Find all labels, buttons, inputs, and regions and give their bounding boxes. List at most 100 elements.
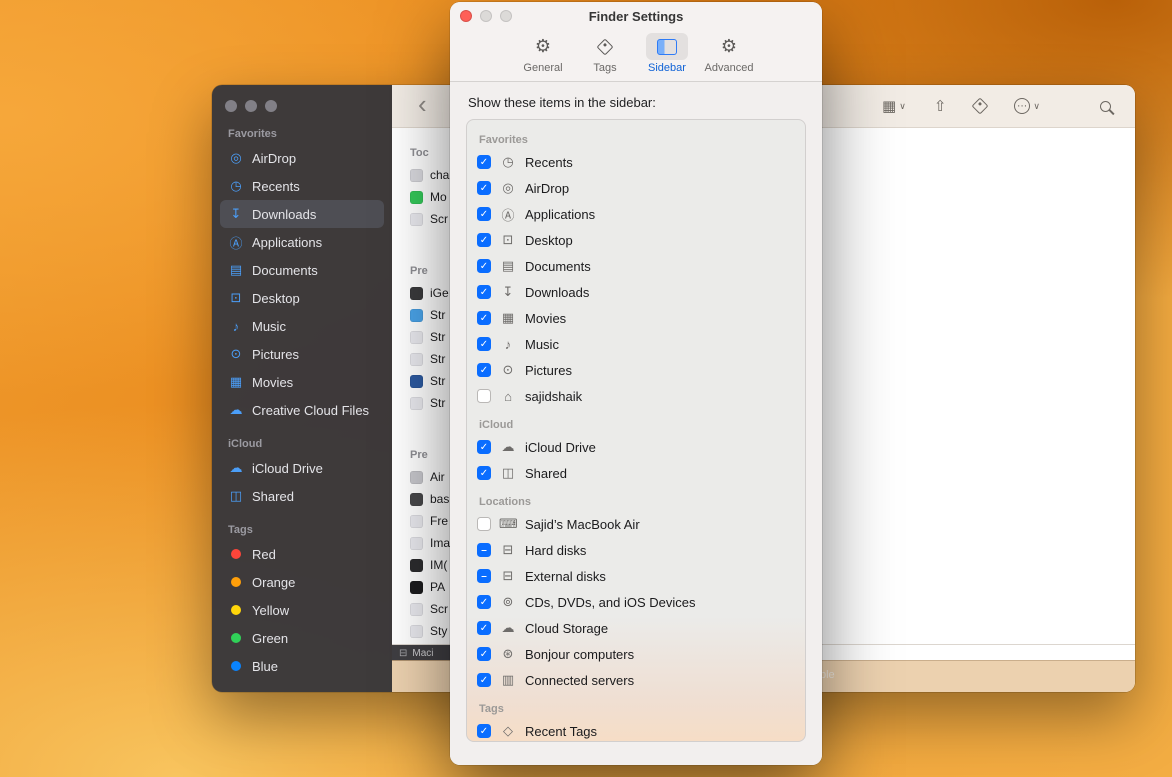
settings-row: ✓▥Connected servers: [477, 667, 795, 693]
row-label: Cloud Storage: [525, 621, 608, 636]
sidebar-item[interactable]: ⊙Pictures: [220, 340, 384, 368]
sidebar-item[interactable]: ◎AirDrop: [220, 144, 384, 172]
settings-row: ⌨Sajid’s MacBook Air: [477, 511, 795, 537]
toolbar-share-icon[interactable]: ⇧: [934, 97, 947, 115]
file-icon: [410, 471, 423, 484]
sidebar-item[interactable]: ☁Creative Cloud Files: [220, 396, 384, 424]
download-icon: ↧: [228, 206, 244, 222]
sidebar-item[interactable]: Red: [220, 540, 384, 568]
toolbar-grid-view-icon[interactable]: ▦∨: [882, 97, 906, 115]
checkbox[interactable]: [477, 389, 491, 403]
checkbox[interactable]: ✓: [477, 259, 491, 273]
sidebar-item-label: Music: [252, 319, 286, 334]
tag-icon: [972, 98, 989, 115]
sidebar-item[interactable]: Yellow: [220, 596, 384, 624]
settings-row: ✓♪Music: [477, 331, 795, 357]
sidebar-item[interactable]: ▤Documents: [220, 256, 384, 284]
sidebar-item-label: Shared: [252, 489, 294, 504]
toolbar-search-icon[interactable]: [1100, 101, 1111, 112]
sidebar-item[interactable]: ⊡Desktop: [220, 284, 384, 312]
file-icon: [410, 625, 423, 638]
checkbox[interactable]: ✓: [477, 155, 491, 169]
sidebar-item[interactable]: ▦Movies: [220, 368, 384, 396]
tab-tags[interactable]: Tags: [578, 33, 632, 74]
settings-row: ✓⊡Desktop: [477, 227, 795, 253]
settings-row: ✓ ▦ Movies: [477, 305, 795, 331]
row-label: Downloads: [525, 285, 589, 300]
sidebar-section-title: Tags: [220, 524, 384, 536]
file-name: Air: [430, 470, 445, 484]
sidebar-items-list: Favorites✓◷Recents✓◎AirDrop✓ⒶApplication…: [466, 119, 806, 742]
chevron-down-icon: ∨: [899, 101, 906, 112]
sidebar-item-label: iCloud Drive: [252, 461, 323, 476]
checkbox[interactable]: ✓: [477, 440, 491, 454]
sidebar-item[interactable]: Orange: [220, 568, 384, 596]
disk-icon: ⊟: [499, 542, 517, 558]
sidebar-item[interactable]: ↧Downloads: [220, 200, 384, 228]
bonjour-icon: ⊛: [499, 646, 517, 662]
file-name: PA: [430, 580, 445, 594]
checkbox[interactable]: ✓: [477, 466, 491, 480]
checkbox[interactable]: ✓: [477, 233, 491, 247]
tab-general[interactable]: ⚙General: [516, 33, 570, 74]
disk-icon: ⊟: [499, 568, 517, 584]
checkbox[interactable]: ✓: [477, 724, 491, 738]
minimize-button[interactable]: [480, 10, 492, 22]
file-icon: [410, 603, 423, 616]
settings-row: ✓☁iCloud Drive: [477, 434, 795, 460]
back-chevron-icon[interactable]: ‹: [418, 91, 427, 117]
row-label: External disks: [525, 569, 606, 584]
general-tab-label: General: [523, 62, 562, 74]
toolbar-more-icon[interactable]: ⋯∨: [1014, 98, 1040, 114]
file-name: Fre: [430, 514, 448, 528]
checkbox[interactable]: ✓: [477, 673, 491, 687]
file-icon: [410, 287, 423, 300]
settings-row: –⊟ External disks: [477, 563, 795, 589]
sidebar-item[interactable]: ⒶApplications: [220, 228, 384, 256]
checkbox[interactable]: [477, 517, 491, 531]
finder-sidebar: Favorites◎AirDrop◷Recents↧DownloadsⒶAppl…: [212, 85, 392, 692]
sidebar-item[interactable]: ☁iCloud Drive: [220, 454, 384, 482]
checkbox[interactable]: ✓: [477, 363, 491, 377]
applications-icon: Ⓐ: [228, 233, 244, 252]
settings-row: ⌂sajidshaik: [477, 383, 795, 409]
checkbox[interactable]: ✓: [477, 647, 491, 661]
file-icon: [410, 353, 423, 366]
sidebar-item[interactable]: ◷Recents: [220, 172, 384, 200]
checkbox[interactable]: ✓: [477, 181, 491, 195]
checkbox[interactable]: ✓: [477, 621, 491, 635]
sidebar-columns-icon: [657, 39, 677, 55]
sidebar-item[interactable]: Green: [220, 624, 384, 652]
movies-icon: ▦: [499, 310, 517, 326]
sidebar-section-title: iCloud: [220, 438, 384, 450]
row-label: sajidshaik: [525, 389, 582, 404]
sidebar-item[interactable]: ◫Shared: [220, 482, 384, 510]
checkbox[interactable]: ✓: [477, 337, 491, 351]
row-label: Movies: [525, 311, 566, 326]
zoom-button[interactable]: [265, 100, 277, 112]
music-icon: ♪: [228, 319, 244, 334]
tag-dot: [231, 577, 241, 587]
checkbox[interactable]: ✓: [477, 207, 491, 221]
tag-dot: [231, 605, 241, 615]
sidebar-item[interactable]: Blue: [220, 652, 384, 680]
sidebar-item[interactable]: ♪ Music: [220, 312, 384, 340]
tab-sidebar[interactable]: Sidebar: [640, 33, 694, 74]
close-button[interactable]: [460, 10, 472, 22]
close-button[interactable]: [225, 100, 237, 112]
checkbox[interactable]: ✓: [477, 285, 491, 299]
zoom-button[interactable]: [500, 10, 512, 22]
advanced-tab-label: Advanced: [705, 62, 754, 74]
minimize-button[interactable]: [245, 100, 257, 112]
settings-window-controls: [460, 10, 512, 22]
checkbox[interactable]: –: [477, 569, 491, 583]
file-icon: [410, 331, 423, 344]
tab-advanced[interactable]: ⚙Advanced: [702, 33, 756, 74]
checkbox[interactable]: –: [477, 543, 491, 557]
path-label: Maci: [412, 648, 433, 659]
checkbox[interactable]: ✓: [477, 311, 491, 325]
tag-dot: [231, 633, 241, 643]
checkbox[interactable]: ✓: [477, 595, 491, 609]
download-icon: ↧: [499, 284, 517, 300]
toolbar-tag-icon[interactable]: [974, 100, 986, 112]
